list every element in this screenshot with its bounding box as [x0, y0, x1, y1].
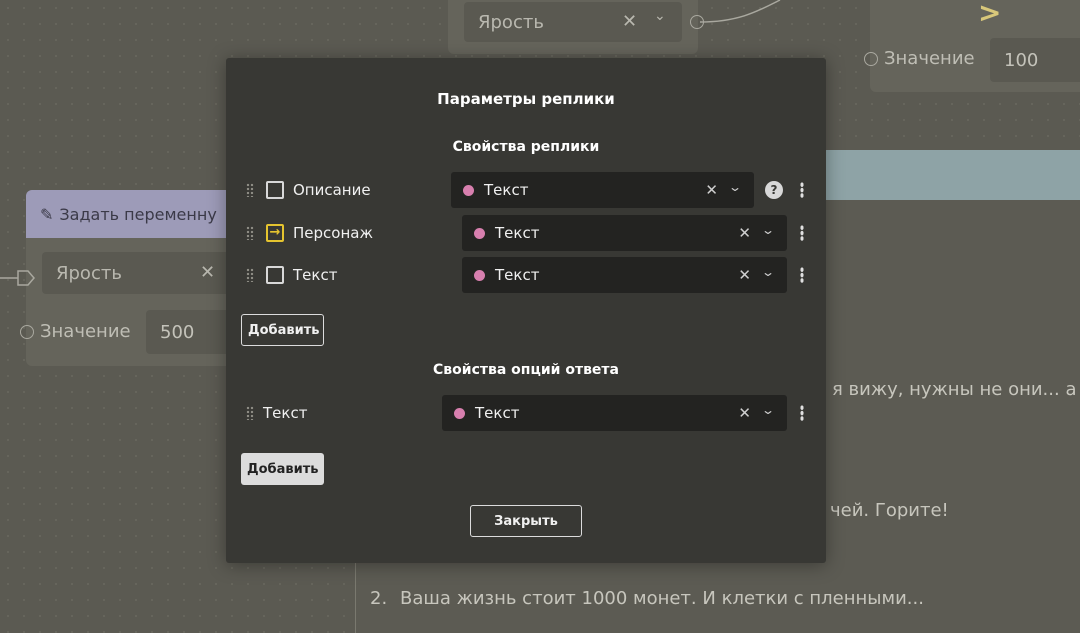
- bg-variable-select-left-value: Ярость: [56, 262, 122, 284]
- drag-handle-icon[interactable]: [246, 183, 254, 197]
- replica-params-modal: Параметры реплики Свойства реплики Описа…: [226, 58, 826, 563]
- bg-variable-select-top-value: Ярость: [478, 11, 544, 33]
- clear-icon[interactable]: ✕: [622, 11, 637, 32]
- clear-icon[interactable]: ✕: [738, 266, 751, 284]
- bg-dialogue-line-3-number: 2.: [370, 588, 388, 609]
- add-replica-property-button[interactable]: Добавить: [241, 314, 324, 346]
- property-type-value: Текст: [495, 224, 540, 242]
- type-dot-icon: [454, 407, 465, 419]
- clear-icon[interactable]: ✕: [738, 404, 751, 422]
- more-options-icon[interactable]: [800, 267, 804, 283]
- bg-dialogue-line-3: Ваша жизнь стоит 1000 монет. И клетки с …: [400, 588, 924, 609]
- bg-variable-select-left[interactable]: Ярость ✕: [42, 252, 242, 294]
- replica-section-title: Свойства реплики: [452, 139, 600, 155]
- more-options-icon[interactable]: [800, 225, 804, 241]
- chevron-down-icon[interactable]: ⌄: [761, 223, 775, 237]
- input-arrow-port[interactable]: [0, 266, 40, 290]
- property-type-select[interactable]: Текст ✕ ⌄: [442, 395, 787, 431]
- bg-value-label-left-text: Значение: [40, 321, 131, 342]
- property-label: Персонаж: [293, 224, 373, 242]
- drag-handle-icon[interactable]: [246, 226, 254, 240]
- property-type-select[interactable]: Текст ✕ ⌄: [462, 215, 787, 251]
- bg-value-field-right[interactable]: 100: [990, 38, 1080, 82]
- bg-value-label-right: Значение: [864, 48, 975, 69]
- connector-port[interactable]: [864, 51, 878, 66]
- replica-property-row-text: Текст Текст ✕ ⌄: [226, 257, 826, 293]
- bg-node-set-variable-title: Задать переменну: [59, 204, 217, 224]
- replica-property-row-description: Описание Текст ✕ ⌄ ?: [226, 172, 826, 208]
- pencil-icon: ✎: [40, 204, 54, 224]
- checkbox-text[interactable]: [266, 266, 284, 284]
- drag-handle-icon[interactable]: [246, 406, 254, 420]
- add-option-property-button[interactable]: Добавить: [241, 453, 324, 485]
- compare-operator: >: [978, 0, 1002, 29]
- drag-handle-icon[interactable]: [246, 268, 254, 282]
- clear-icon[interactable]: ✕: [705, 181, 718, 199]
- connector-port[interactable]: [20, 324, 34, 339]
- property-label: Текст: [263, 404, 308, 422]
- property-type-value: Текст: [475, 404, 520, 422]
- bg-value-field-left-text: 500: [160, 321, 195, 343]
- bg-value-label-right-text: Значение: [884, 48, 975, 69]
- options-section-title: Свойства опций ответа: [433, 362, 619, 378]
- property-label: Описание: [293, 181, 371, 199]
- connection-line: [700, 0, 781, 23]
- chevron-down-icon[interactable]: ⌄: [761, 403, 775, 417]
- clear-icon[interactable]: ✕: [200, 262, 215, 283]
- type-dot-icon: [463, 184, 474, 196]
- more-options-icon[interactable]: [800, 405, 804, 421]
- bg-dialogue-line-2: чей. Горите!: [830, 500, 949, 521]
- bg-variable-select-top[interactable]: Ярость ✕ ⌄: [464, 2, 682, 42]
- property-label: Текст: [293, 266, 338, 284]
- type-dot-icon: [474, 269, 485, 281]
- bg-dialogue-panel-header: [826, 150, 1080, 200]
- property-type-value: Текст: [495, 266, 540, 284]
- more-options-icon[interactable]: [800, 182, 804, 198]
- help-icon[interactable]: ?: [765, 181, 783, 199]
- property-type-value: Текст: [484, 181, 529, 199]
- property-type-select[interactable]: Текст ✕ ⌄: [451, 172, 754, 208]
- type-dot-icon: [474, 227, 485, 239]
- bg-dialogue-line-1: я вижу, нужны не они... а: [832, 379, 1077, 400]
- close-button[interactable]: Закрыть: [470, 505, 582, 537]
- option-property-row-text: Текст Текст ✕ ⌄: [226, 395, 826, 431]
- bg-node-set-variable-header: ✎ Задать переменну: [26, 190, 246, 238]
- modal-title: Параметры реплики: [437, 90, 615, 108]
- property-type-select[interactable]: Текст ✕ ⌄: [462, 257, 787, 293]
- checkbox-description[interactable]: [266, 181, 284, 199]
- bg-value-field-right-text: 100: [1004, 49, 1039, 71]
- link-arrow-icon[interactable]: →: [266, 224, 284, 242]
- bg-value-label-left: Значение: [20, 321, 131, 342]
- chevron-down-icon[interactable]: ⌄: [728, 180, 742, 194]
- chevron-down-icon[interactable]: ⌄: [654, 8, 666, 24]
- replica-property-row-character: → Персонаж Текст ✕ ⌄: [226, 215, 826, 251]
- chevron-down-icon[interactable]: ⌄: [761, 265, 775, 279]
- clear-icon[interactable]: ✕: [738, 224, 751, 242]
